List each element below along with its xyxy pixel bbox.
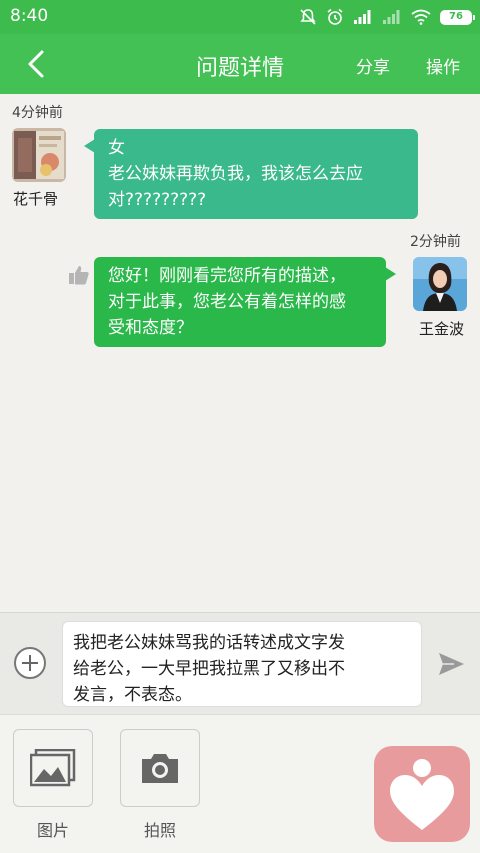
- message-bubble-right[interactable]: 您好！刚刚看完您所有的描述， 对于此事，您老公有着怎样的感 受和态度？: [94, 257, 396, 347]
- battery-icon: 76: [440, 9, 475, 25]
- signal-weak-icon: [383, 10, 400, 24]
- message-line: 女: [108, 138, 125, 158]
- thumbs-up-icon[interactable]: [68, 264, 90, 286]
- camera-icon: [142, 754, 178, 783]
- page-title: 问题详情: [195, 56, 284, 81]
- camera-tool-label: 拍照: [143, 821, 176, 840]
- send-icon[interactable]: [436, 649, 466, 679]
- username: 花千骨: [13, 190, 59, 208]
- image-tool-box[interactable]: [13, 729, 93, 807]
- message-timestamp: 2分钟前: [410, 234, 461, 250]
- message-composer: 我把老公妹妹骂我的话转述成文字发 给老公，一大早把我拉黑了又移出不 发言，不表态…: [0, 612, 480, 714]
- operate-button[interactable]: 操作: [426, 53, 460, 78]
- image-tool-button[interactable]: 图片: [13, 729, 93, 841]
- top-nav-bar: 问题详情 分享 操作: [0, 34, 480, 94]
- message-timestamp: 4分钟前: [12, 105, 63, 121]
- avatar-person-image: [413, 257, 467, 311]
- share-button[interactable]: 分享: [356, 53, 390, 78]
- chat-area[interactable]: 4分钟前 花千骨 女 老公妹妹再欺负我，我该怎么去应 对????????? 2分…: [0, 94, 480, 612]
- floating-app-button[interactable]: [374, 746, 470, 842]
- status-icons: 76: [299, 6, 475, 28]
- avatar[interactable]: [12, 128, 66, 182]
- input-line: 发言，不表态。: [73, 685, 192, 705]
- message-line: 受和态度？: [108, 318, 193, 338]
- plus-circle-icon[interactable]: [14, 647, 46, 679]
- image-icon: [30, 749, 76, 787]
- alarm-icon: [327, 8, 343, 25]
- message-line: 对?????????: [108, 190, 207, 210]
- status-time: 8:40: [10, 6, 49, 26]
- message-line: 您好！刚刚看完您所有的描述，: [108, 266, 346, 286]
- wifi-icon: [411, 9, 431, 25]
- avatar-book-image: [12, 128, 66, 182]
- camera-tool-box[interactable]: [120, 729, 200, 807]
- message-line: 对于此事，您老公有着怎样的感: [108, 292, 346, 312]
- input-line: 给老公，一大早把我拉黑了又移出不: [73, 659, 345, 679]
- message-line: 老公妹妹再欺负我，我该怎么去应: [108, 164, 363, 184]
- image-tool-label: 图片: [36, 821, 69, 840]
- avatar[interactable]: [413, 257, 467, 311]
- message-bubble-left[interactable]: 女 老公妹妹再欺负我，我该怎么去应 对?????????: [84, 129, 418, 219]
- input-line: 我把老公妹妹骂我的话转述成文字发: [73, 633, 345, 653]
- signal-icon: [354, 10, 371, 24]
- message-input[interactable]: 我把老公妹妹骂我的话转述成文字发 给老公，一大早把我拉黑了又移出不 发言，不表态…: [62, 621, 422, 707]
- status-bar: 8:40 76: [0, 0, 480, 34]
- camera-tool-button[interactable]: 拍照: [120, 729, 200, 841]
- username: 王金波: [419, 320, 465, 338]
- heart-person-icon: [390, 759, 454, 830]
- mute-bell-icon: [300, 9, 316, 25]
